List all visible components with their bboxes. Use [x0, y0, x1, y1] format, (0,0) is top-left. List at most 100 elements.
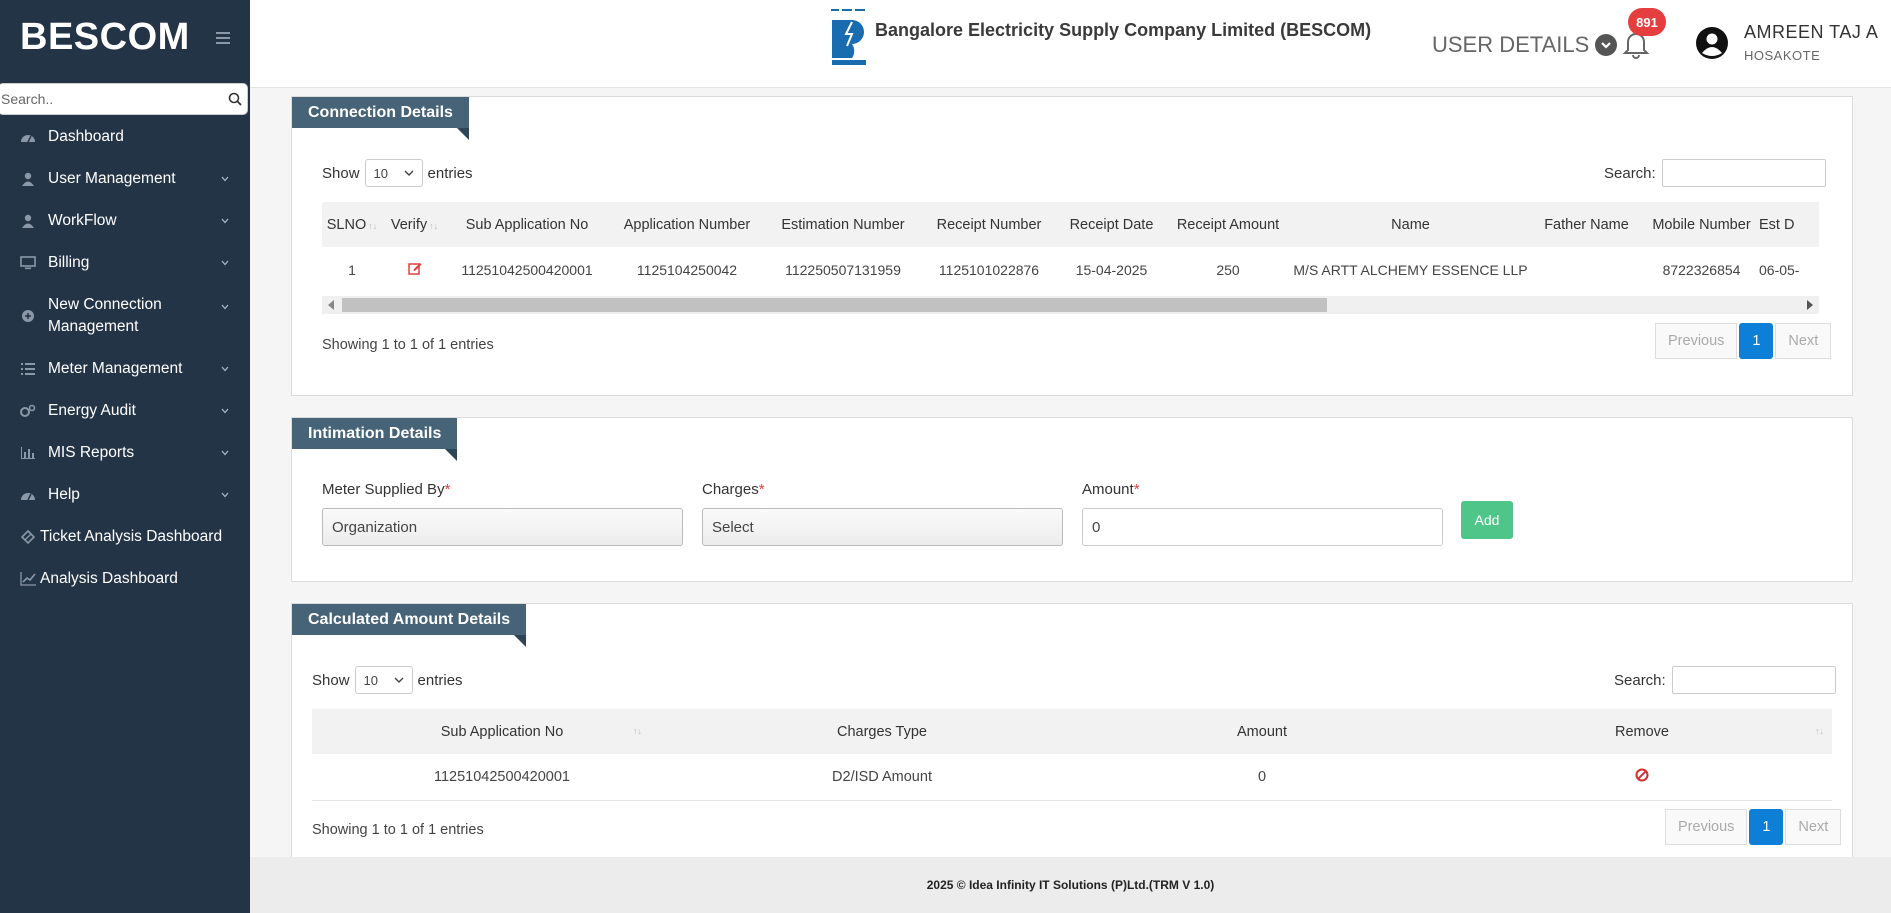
entries-select[interactable]: 10: [354, 666, 413, 694]
panel-title: Intimation Details: [292, 418, 458, 461]
sidebar-item-label: MIS Reports: [48, 444, 135, 461]
add-button[interactable]: Add: [1461, 501, 1513, 539]
page-1-button[interactable]: 1: [1749, 809, 1784, 845]
column-header[interactable]: Charges Type: [692, 709, 1072, 754]
previous-button[interactable]: Previous: [1665, 809, 1748, 845]
connection-table: SLNO ↑↓ Verify ↑↓ Sub Application No Appli…: [322, 202, 1819, 292]
sidebar-item-analysis-dashboard[interactable]: Analysis Dashboard: [0, 558, 250, 600]
sidebar-item-help[interactable]: Help: [0, 474, 250, 516]
cell-receipt-amount: 250: [1216, 261, 1240, 278]
column-header[interactable]: Remove ↑↓: [1452, 709, 1832, 754]
required-mark: *: [758, 481, 765, 498]
cell-receipt-no: 1125101022876: [938, 261, 1040, 278]
sidebar-item-workflow[interactable]: WorkFlow: [0, 200, 250, 242]
column-header[interactable]: Receipt Amount: [1164, 202, 1292, 247]
connection-details-panel: Connection Details Show 10 entries Searc…: [291, 96, 1853, 396]
entries-label: entries: [417, 671, 463, 689]
sidebar-item-energy-audit[interactable]: Energy Audit: [0, 390, 250, 432]
column-header[interactable]: Name: [1292, 202, 1529, 247]
meter-supplied-select[interactable]: Organization: [322, 508, 683, 546]
column-header[interactable]: SLNO ↑↓: [322, 202, 382, 247]
column-header[interactable]: Est D: [1759, 202, 1819, 247]
sidebar-item-user-management[interactable]: User Management: [0, 158, 250, 200]
column-header[interactable]: Estimation Number: [767, 202, 919, 247]
horizontal-scrollbar[interactable]: [322, 296, 1819, 314]
next-button[interactable]: Next: [1785, 809, 1842, 845]
user-name: AMREEN TAJ A: [1744, 22, 1879, 42]
column-header[interactable]: Verify ↑↓: [382, 202, 447, 247]
column-header[interactable]: Amount: [1072, 709, 1452, 754]
cell-father: [1529, 247, 1644, 292]
brand-title: BESCOM: [20, 16, 190, 58]
required-mark: *: [444, 481, 451, 498]
line-chart-icon: [20, 571, 36, 587]
remove-icon[interactable]: [1635, 768, 1649, 782]
sidebar-item-dashboard[interactable]: Dashboard: [0, 116, 250, 158]
sidebar-item-mis-reports[interactable]: MIS Reports: [0, 432, 250, 474]
search-icon[interactable]: [223, 87, 247, 111]
column-header[interactable]: Receipt Date: [1059, 202, 1164, 247]
chevron-down-icon: [221, 176, 229, 182]
sidebar-item-new-connection[interactable]: New Connection Management: [0, 284, 250, 348]
panel-title: Calculated Amount Details: [292, 604, 527, 647]
previous-button[interactable]: Previous: [1655, 323, 1738, 359]
sidebar-search: [0, 83, 248, 115]
next-button[interactable]: Next: [1775, 323, 1832, 359]
sidebar-item-label: Help: [48, 486, 80, 503]
page-1-button[interactable]: 1: [1739, 323, 1774, 359]
chevron-down-icon: [404, 170, 414, 176]
cell-sub-app: 11251042500420001: [461, 261, 593, 278]
chevron-down-icon: [221, 408, 229, 414]
column-header[interactable]: Sub Application No: [447, 202, 607, 247]
gears-icon: [20, 403, 36, 419]
scroll-left-icon[interactable]: [328, 300, 334, 310]
company-name: Bangalore Electricity Supply Company Lim…: [875, 20, 1372, 40]
label-text: Amount: [1082, 481, 1134, 498]
sidebar-item-billing[interactable]: Billing: [0, 242, 250, 284]
sidebar-item-label: Dashboard: [48, 128, 124, 145]
chevron-down-icon: [394, 677, 404, 683]
column-label: SLNO: [326, 216, 367, 233]
scrollbar-thumb[interactable]: [342, 298, 1327, 312]
column-header[interactable]: Application Number: [607, 202, 767, 247]
column-header[interactable]: Father Name: [1529, 202, 1644, 247]
table-info: Showing 1 to 1 of 1 entries: [322, 337, 494, 353]
cell-receipt-date: 15-04-2025: [1075, 261, 1148, 278]
table-search: Search:: [1604, 159, 1826, 187]
label-text: Charges: [702, 481, 759, 498]
column-header[interactable]: Sub Application No ↑↓: [312, 709, 692, 754]
edit-icon[interactable]: [407, 261, 422, 275]
table-search-input[interactable]: [1671, 666, 1836, 694]
chevron-down-icon: [221, 304, 229, 310]
column-header[interactable]: Receipt Number: [919, 202, 1059, 247]
chevron-down-icon: [221, 492, 229, 498]
avatar[interactable]: [1695, 26, 1729, 60]
cell-sub-app: 11251042500420001: [312, 754, 692, 801]
calculated-amount-panel: Calculated Amount Details Show 10 entrie…: [291, 603, 1853, 857]
chevron-down-icon: [221, 218, 229, 224]
list-icon: [20, 361, 36, 377]
cell-app-no: 1125104250042: [636, 261, 738, 278]
sidebar-item-meter-management[interactable]: Meter Management: [0, 348, 250, 390]
hamburger-icon[interactable]: [216, 31, 230, 44]
sidebar-item-ticket-analysis[interactable]: Ticket Analysis Dashboard: [0, 516, 250, 558]
entries-select[interactable]: 10: [364, 159, 423, 187]
user-icon: [20, 171, 36, 187]
sidebar: BESCOM Dashboard User Management WorkFlo…: [0, 0, 250, 913]
column-header[interactable]: Mobile Number: [1644, 202, 1759, 247]
bescom-logo: [828, 8, 870, 65]
column-label: Remove: [1615, 723, 1669, 740]
table-search-input[interactable]: [1661, 159, 1826, 187]
user-details-dropdown[interactable]: USER DETAILS: [1432, 32, 1618, 58]
sidebar-item-label: WorkFlow: [48, 212, 117, 229]
sort-icon: ↑↓: [633, 726, 642, 736]
user-location: HOSAKOTE: [1744, 48, 1821, 63]
sidebar-search-input[interactable]: [0, 91, 223, 107]
footer: 2025 © Idea Infinity IT Solutions (P)Ltd…: [250, 857, 1891, 913]
scroll-right-icon[interactable]: [1807, 300, 1813, 310]
intimation-details-panel: Intimation Details Meter Supplied By* Or…: [291, 417, 1853, 582]
amount-input[interactable]: 0: [1082, 508, 1443, 546]
show-entries: Show 10 entries: [322, 159, 473, 187]
charges-select[interactable]: Select: [702, 508, 1063, 546]
cell-mobile: 8722326854: [1662, 261, 1741, 278]
